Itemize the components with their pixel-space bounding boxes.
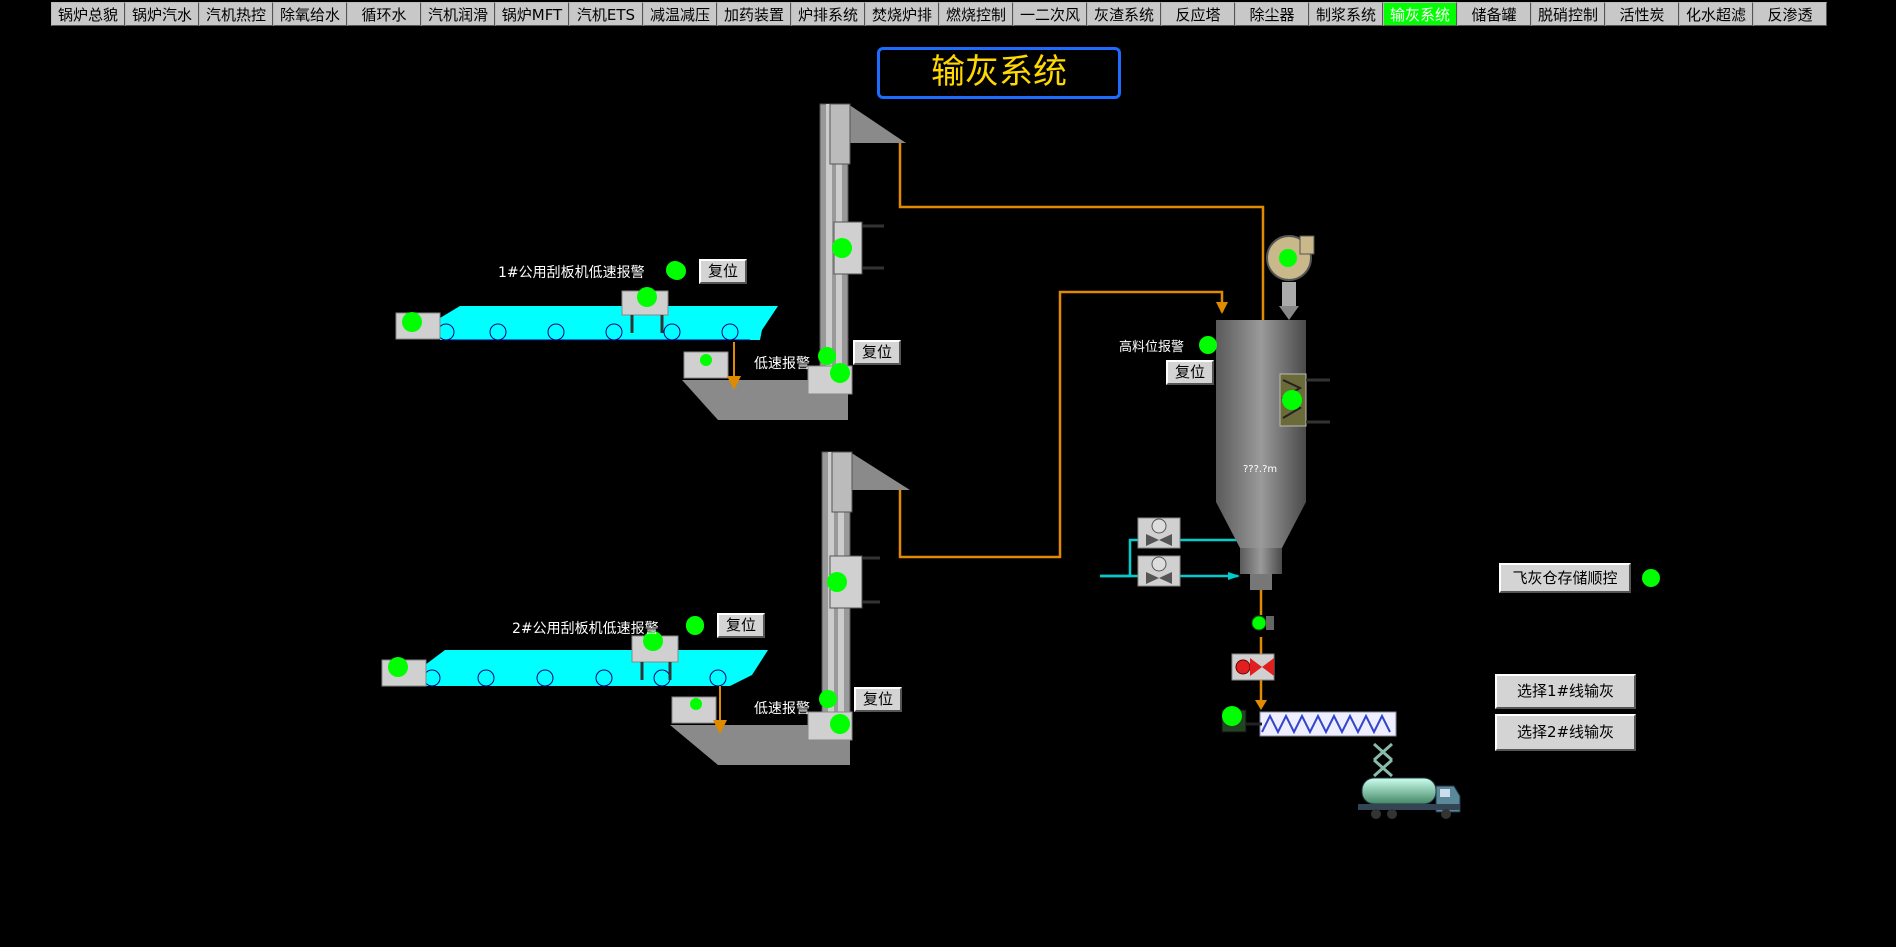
silo-level-readout: ???.?m: [1243, 464, 1278, 475]
conveyor2-reset-button[interactable]: 复位: [717, 613, 765, 638]
screw-conveyor: [1221, 709, 1397, 737]
sequence-control-status-light: [1642, 569, 1660, 587]
status-light: [1222, 706, 1242, 726]
process-diagram: [381, 103, 1461, 819]
select-line2-button[interactable]: 选择2#线输灰: [1495, 714, 1636, 751]
arrow-down: [1255, 700, 1267, 710]
motor-valve-2: [1137, 555, 1181, 587]
status-light: [830, 714, 850, 734]
conveyor1-low-speed-alarm-label: 1#公用刮板机低速报警: [498, 265, 645, 281]
status-light: [690, 698, 702, 710]
status-light: [637, 287, 657, 307]
status-light: [832, 238, 852, 258]
conveyor1-alarm-light: [668, 262, 686, 280]
elevator2-reset-button[interactable]: 复位: [854, 687, 902, 712]
rotary-feeder-status-icon: [1251, 615, 1267, 631]
status-light: [830, 363, 850, 383]
status-light: [827, 572, 847, 592]
ash-silo-sequence-control-button[interactable]: 飞灰仓存储顺控: [1499, 563, 1631, 593]
motor-valve-1: [1137, 517, 1181, 549]
high-level-alarm-label: 高料位报警: [1119, 340, 1185, 355]
status-light: [402, 312, 422, 332]
status-light: [388, 657, 408, 677]
scraper-conveyor-2: [381, 635, 768, 687]
orange-pipes: [898, 143, 1265, 703]
elevator1-low-speed-label: 低速报警: [754, 356, 810, 372]
elevator2-low-speed-label: 低速报警: [754, 701, 810, 717]
red-gate-valve: [1231, 653, 1275, 681]
conveyor2-alarm-light: [686, 617, 704, 635]
pipe-elevator2-to-silo: [898, 290, 1224, 559]
select-line1-button[interactable]: 选择1#线输灰: [1495, 674, 1636, 709]
arrow-down: [1216, 302, 1228, 314]
status-light: [700, 354, 712, 366]
scraper-conveyor-1: [395, 290, 778, 341]
status-light: [818, 347, 836, 365]
status-light: [1279, 249, 1297, 267]
elevator1-reset-button[interactable]: 复位: [853, 340, 901, 365]
bucket-elevator-2: [670, 451, 910, 765]
tanker-truck: [1358, 777, 1461, 819]
telescopic-chute: [1373, 742, 1393, 778]
status-light: [819, 690, 837, 708]
high-level-reset-button[interactable]: 复位: [1166, 360, 1214, 385]
conveyor1-reset-button[interactable]: 复位: [699, 259, 747, 284]
status-light: [1282, 390, 1302, 410]
ash-silo: [1216, 320, 1330, 590]
conveyor2-low-speed-alarm-label: 2#公用刮板机低速报警: [512, 621, 659, 637]
pipe-elevator1-to-silo: [898, 143, 1265, 330]
high-level-alarm-light: [1199, 336, 1217, 354]
